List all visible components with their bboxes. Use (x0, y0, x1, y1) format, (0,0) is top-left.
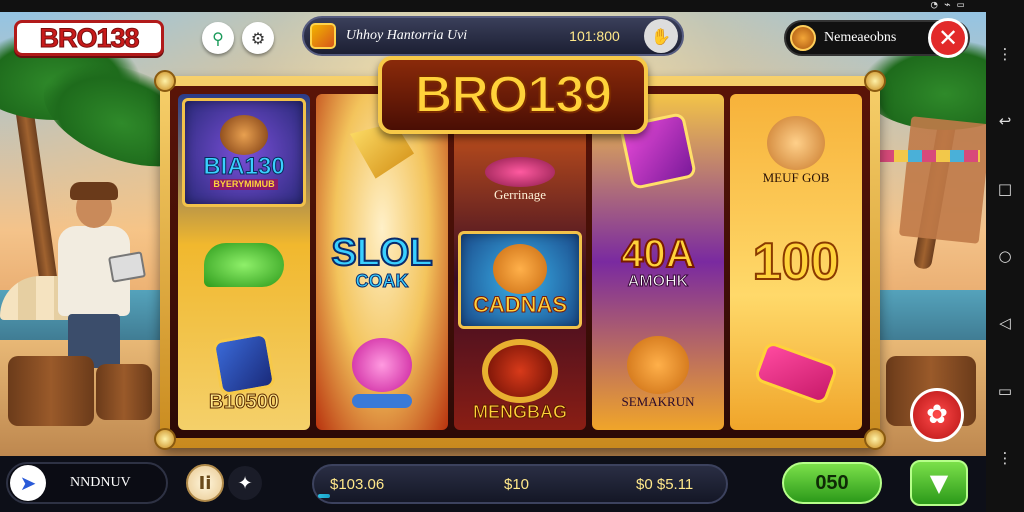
game-ticker-bar: Uhhoy Hantorria Uvi 101:800 ✋ (302, 16, 684, 56)
symbol-r4c3[interactable]: SEMAKRUN (596, 321, 720, 426)
symbol-r1c1-label: BIA130 (203, 153, 285, 181)
frame-corner-bl (154, 428, 176, 450)
vendor-character (48, 182, 146, 368)
symbol-r3c3[interactable]: MENGBAG (458, 335, 582, 426)
reel-1: BIA130 BYERYMIMUB B10500 (178, 94, 310, 430)
frame-corner-tl (154, 70, 176, 92)
game-title-banner: BRO139 (378, 56, 648, 134)
menu-pill-label: NNDNUV (70, 475, 131, 490)
reel-grid: BIA130 BYERYMIMUB B10500 SLOL COAK Gerri… (170, 86, 870, 438)
brand-logo-text: BRO138 (39, 22, 140, 53)
symbol-r1c2[interactable] (182, 213, 306, 316)
bet-progress-fill (318, 494, 331, 498)
triangle-back-icon[interactable]: ◁ (996, 314, 1014, 332)
search-icon[interactable]: ⚲ (202, 22, 234, 54)
square-icon[interactable]: □ (996, 180, 1014, 198)
frame-corner-tr (864, 70, 886, 92)
bet-left-value: $103.06 (330, 476, 385, 493)
system-nav-rail: ⋮ ↩ □ ○ ◁ ▭ ⋮ (986, 0, 1024, 512)
symbol-r4c2[interactable]: 40A AMOHK (596, 209, 720, 314)
symbol-r4c3-label: SEMAKRUN (621, 394, 695, 410)
settings-icon[interactable]: ⚙ (242, 22, 274, 54)
reel-4: 40A AMOHK SEMAKRUN (592, 94, 724, 430)
symbol-r1c3-label: B10500 (208, 391, 280, 414)
symbol-r3c3-label: MENGBAG (473, 402, 568, 423)
fruit-symbol (485, 156, 555, 187)
symbol-r2c2-label-top: SLOL (330, 231, 433, 274)
bet-right-value: $0 $5.11 (636, 476, 694, 493)
symbol-r5c1[interactable]: MEUF GOB (734, 98, 858, 203)
status-bar: ◔ ⌁ ▭ (0, 0, 1024, 12)
ticker-title: Uhhoy Hantorria Uvi (345, 28, 468, 43)
heart-gem-symbol (352, 338, 412, 393)
symbol-r2c3[interactable] (320, 321, 444, 426)
symbol-r1c1[interactable]: BIA130 BYERYMIMUB (182, 98, 306, 208)
avatar (790, 25, 816, 51)
frame-corner-br (864, 428, 886, 450)
home-icon[interactable]: ○ (996, 247, 1014, 265)
barrel-left (8, 356, 94, 426)
compass-icon: ➤ (10, 465, 46, 501)
symbol-r5c2[interactable]: 100 (734, 209, 858, 314)
bet-mid-value: $10 (504, 476, 530, 493)
symbol-r1c3[interactable]: B10500 (182, 323, 306, 426)
symbol-r2c2[interactable]: SLOL COAK (320, 209, 444, 314)
barrel-left-2 (96, 364, 152, 420)
symbol-r2c2-label-bottom: COAK (355, 270, 409, 291)
symbol-r4c2-label-bottom: AMOHK (627, 272, 689, 290)
brand-logo[interactable]: BRO138 (14, 20, 164, 56)
coin-button-label: Ii (198, 472, 212, 494)
game-title-text: BRO139 (414, 65, 613, 125)
close-icon[interactable]: ✕ (928, 18, 968, 58)
symbol-r5c2-label: 100 (752, 232, 841, 291)
bottom-control-bar: ➤ NNDNUV Ii ✦ $103.06 $10 $0 $5.11 050 ▼ (0, 456, 986, 512)
username: Nemeaeobns (824, 30, 897, 45)
hamster-symbol (493, 243, 547, 294)
laurel-badge-symbol (482, 339, 558, 404)
banana-symbol (204, 242, 284, 287)
reel-3: Gerrinage CADNAS MENGBAG (454, 94, 586, 430)
book-symbol (211, 331, 277, 397)
menu-dots-icon[interactable]: ⋮ (996, 45, 1014, 63)
bet-bar: $103.06 $10 $0 $5.11 (312, 464, 728, 504)
symbol-r3c2-label: CADNAS (472, 291, 568, 317)
symbol-r5c3[interactable] (734, 321, 858, 426)
win-value: 050 (815, 471, 849, 494)
chevron-down-icon[interactable]: ▼ (910, 460, 968, 506)
cat-symbol (627, 336, 689, 395)
reel-2: SLOL COAK (316, 94, 448, 430)
star-icon[interactable]: ✦ (228, 466, 262, 500)
symbol-r1c1-sub: BYERYMIMUB (210, 179, 278, 191)
reel-5: MEUF GOB 100 (730, 94, 862, 430)
back-icon[interactable]: ↩ (996, 112, 1014, 130)
recent-apps-icon[interactable]: ▭ (996, 382, 1014, 400)
hand-icon[interactable]: ✋ (644, 19, 678, 53)
game-thumbnail[interactable] (310, 23, 336, 49)
market-stall-sign (898, 116, 992, 244)
symbol-r3c1-label: Gerrinage (494, 186, 546, 202)
ticker-value: 101:800 (569, 28, 620, 44)
dog-symbol (767, 115, 825, 170)
win-value-button[interactable]: 050 (782, 462, 882, 504)
flower-icon[interactable]: ✿ (910, 388, 964, 442)
symbol-r5c1-label: MEUF GOB (762, 169, 830, 185)
symbol-r3c2[interactable]: CADNAS (458, 231, 582, 329)
menu-dots-icon-2[interactable]: ⋮ (996, 449, 1014, 467)
symbol-r4c2-label-top: 40A (620, 231, 695, 276)
menu-pill[interactable]: ➤ NNDNUV (6, 462, 168, 504)
ticket-symbol (753, 340, 839, 407)
lion-symbol (220, 115, 268, 156)
gem-base-symbol (352, 394, 412, 409)
coin-button[interactable]: Ii (186, 464, 224, 502)
status-icons: ◔ ⌁ ▭ (930, 0, 964, 11)
